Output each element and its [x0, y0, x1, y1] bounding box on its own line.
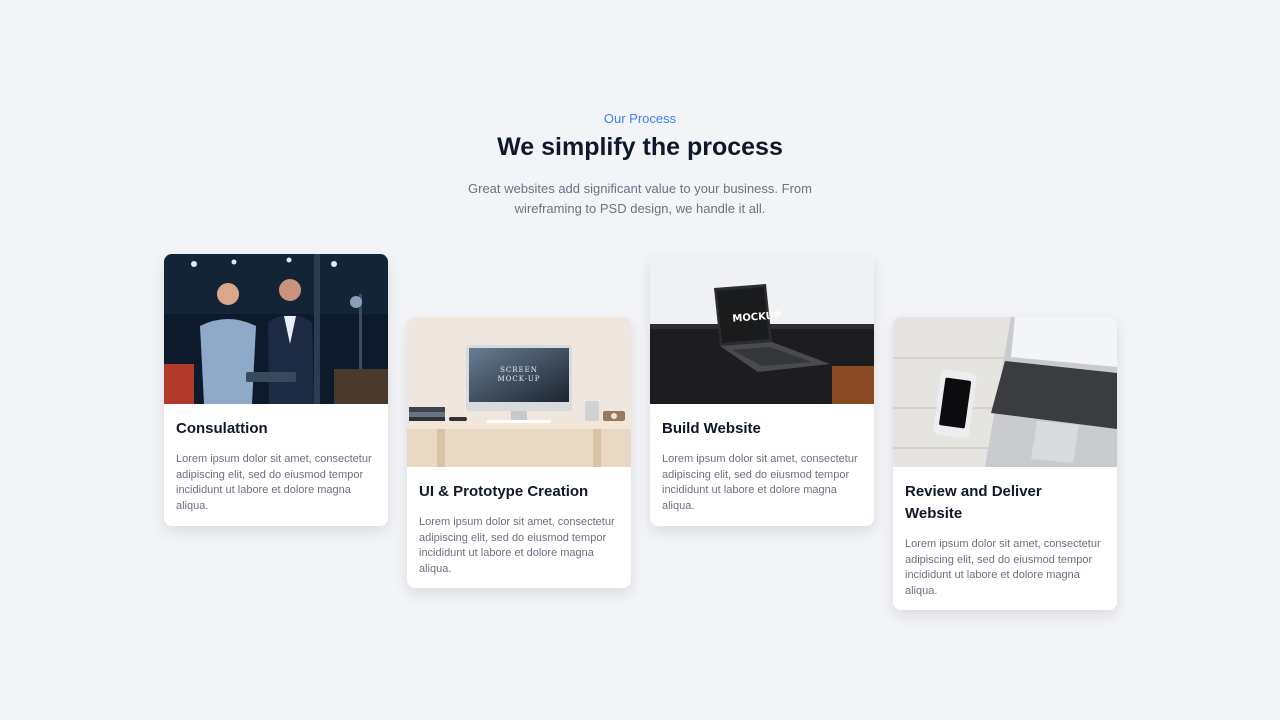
card-description: Lorem ipsum dolor sit amet, consectetur … [176, 453, 372, 512]
process-card-consultation[interactable]: Consulattion Lorem ipsum dolor sit amet,… [164, 254, 388, 526]
section-subtitle: Great websites add significant value to … [468, 181, 812, 216]
card-title: Build Website [662, 420, 761, 437]
laptop-mockup-photo: MOCKUP [650, 254, 874, 404]
screen-mockup-text: SCREEN [500, 366, 538, 374]
process-card-review-deliver[interactable]: Review and Deliver Website Lorem ipsum d… [893, 317, 1117, 610]
process-card-ui-prototype[interactable]: SCREEN MOCK-UP UI & Prototype Creation L… [407, 317, 631, 588]
section-title: We simplify the process [497, 133, 783, 161]
process-card-build-website[interactable]: MOCKUP Build Website Lorem ipsum dolor s… [650, 254, 874, 526]
card-title: UI & Prototype Creation [419, 483, 589, 500]
card-description: Lorem ipsum dolor sit amet, consectetur … [419, 516, 615, 575]
card-title: Review and Deliver Website [905, 483, 1042, 522]
laptop-phone-photo [893, 317, 1117, 467]
process-section: Our Process We simplify the process Grea… [0, 0, 1280, 720]
desktop-mockup-photo: SCREEN MOCK-UP [407, 317, 631, 467]
screen-mockup-subtext: MOCK-UP [498, 375, 541, 383]
card-title: Consulattion [176, 420, 268, 437]
card-description: Lorem ipsum dolor sit amet, consectetur … [905, 538, 1101, 597]
section-eyebrow: Our Process [603, 111, 677, 126]
card-description: Lorem ipsum dolor sit amet, consectetur … [662, 453, 858, 512]
consultation-photo [164, 254, 388, 404]
